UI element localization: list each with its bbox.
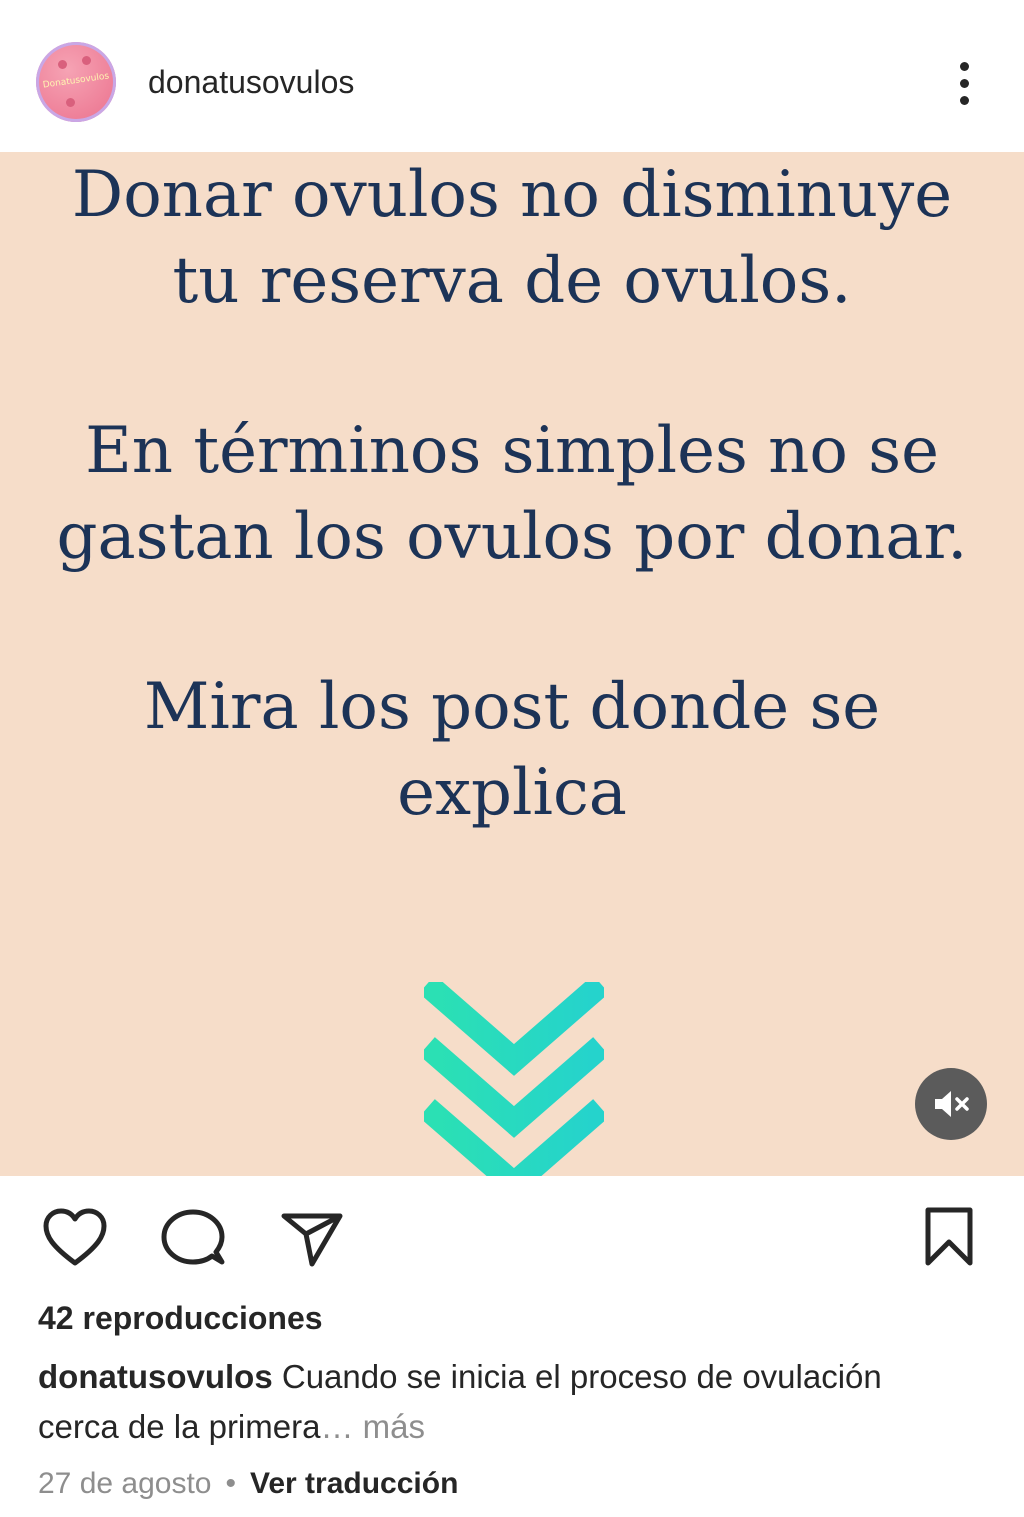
media-line: gastan los ovulos por donar.: [56, 500, 968, 574]
more-options-icon[interactable]: [950, 58, 980, 108]
caption-more-link[interactable]: … más: [320, 1408, 425, 1445]
heart-icon[interactable]: [42, 1208, 108, 1268]
bookmark-icon[interactable]: [922, 1206, 976, 1268]
post-username[interactable]: donatusovulos: [148, 64, 354, 101]
media-paragraph-3: Mira los post donde se explica: [40, 664, 984, 836]
meta-separator: •: [225, 1467, 236, 1500]
media-line: En términos simples no se: [85, 414, 939, 488]
post-media[interactable]: Donar ovulos no disminuye tu reserva de …: [0, 152, 1024, 1176]
caption-line-1: donatusovulos Cuando se inicia el proces…: [38, 1352, 998, 1402]
caption-text-2: cerca de la primera: [38, 1408, 321, 1445]
media-line: Donar ovulos no disminuye: [71, 158, 953, 232]
post-caption: donatusovulos Cuando se inicia el proces…: [38, 1352, 998, 1452]
send-icon[interactable]: [280, 1210, 344, 1268]
avatar[interactable]: Donatusovulos: [36, 42, 116, 122]
caption-line-2: cerca de la primera… más: [38, 1402, 998, 1452]
caption-username[interactable]: donatusovulos: [38, 1358, 273, 1395]
media-line: Mira los post donde se: [143, 670, 881, 744]
media-line: explica: [397, 756, 627, 830]
mute-button[interactable]: [915, 1068, 987, 1140]
chevrons-down-icon: [424, 982, 604, 1176]
media-paragraph-1: Donar ovulos no disminuye tu reserva de …: [40, 152, 984, 324]
post-meta: 27 de agosto • Ver traducción: [38, 1467, 458, 1501]
translate-link[interactable]: Ver traducción: [250, 1467, 458, 1500]
avatar-logo-text: Donatusovulos: [42, 71, 110, 91]
post-header: Donatusovulos donatusovulos: [0, 0, 1024, 152]
media-paragraph-2: En términos simples no se gastan los ovu…: [40, 408, 984, 580]
speaker-muted-icon: [935, 1091, 969, 1117]
view-count[interactable]: 42 reproducciones: [38, 1300, 323, 1337]
caption-text-1: Cuando se inicia el proceso de ovulación: [281, 1358, 882, 1395]
post-action-bar: [0, 1176, 1024, 1296]
post-date: 27 de agosto: [38, 1467, 212, 1500]
comment-icon[interactable]: [160, 1208, 226, 1270]
media-line: tu reserva de ovulos.: [172, 244, 852, 318]
